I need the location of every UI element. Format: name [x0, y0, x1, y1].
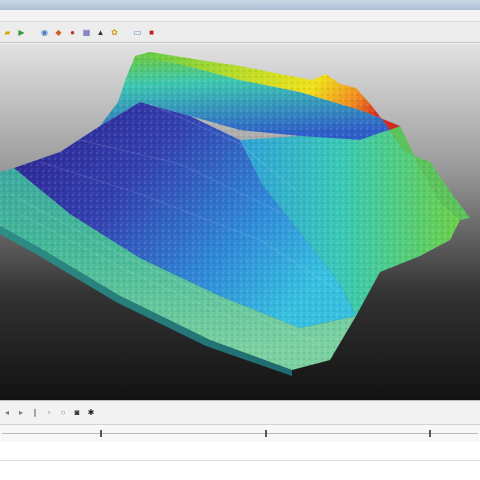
open-icon: ▰	[4, 28, 11, 37]
timeline-marker[interactable]	[428, 430, 431, 437]
monitor-icon: ▭	[133, 28, 142, 37]
status-divider	[0, 460, 480, 461]
layers-icon: ◆	[55, 28, 62, 37]
step-back-icon: ◂	[4, 408, 9, 417]
record-icon: ■	[149, 28, 154, 37]
play-control-button[interactable]: ▸	[16, 408, 26, 418]
timeline-track	[2, 433, 478, 434]
timeline-marker[interactable]	[99, 430, 102, 437]
play-icon: ▸	[18, 408, 23, 417]
record-icon: ○	[60, 408, 66, 417]
playback-toolbar: ◂ ▸ ∥ ▫ ○ ◙ ✱	[0, 400, 480, 424]
grid-button[interactable]: ▦	[81, 27, 92, 38]
grid-icon: ▦	[82, 28, 91, 37]
camera-button[interactable]: ▲	[95, 27, 106, 38]
menu-bar	[0, 10, 480, 22]
pause-button[interactable]: ∥	[30, 408, 40, 418]
main-toolbar: ▰ ▶ ◉ ◆ ● ▦ ▲ ✿ ▭ ■	[0, 23, 480, 43]
pause-icon: ∥	[33, 408, 37, 417]
palette-icon: ✿	[111, 28, 118, 37]
terrain-texture	[0, 52, 470, 370]
stop-button[interactable]: ▫	[44, 408, 54, 418]
terrain-surface	[0, 52, 470, 376]
play-icon: ▶	[18, 28, 25, 37]
palette-button[interactable]: ✿	[109, 27, 120, 38]
settings-icon: ✱	[87, 408, 95, 417]
stop-icon: ▫	[47, 408, 51, 417]
camera-icon: ◙	[74, 408, 80, 417]
monitor-button[interactable]: ▭	[132, 27, 143, 38]
settings-button[interactable]: ✱	[86, 408, 96, 418]
play-button[interactable]: ▶	[16, 27, 27, 38]
window-title-bar	[0, 0, 480, 10]
layers-button[interactable]: ◆	[53, 27, 64, 38]
snapshot-button[interactable]: ◙	[72, 408, 82, 418]
color-wheel-button[interactable]: ●	[67, 27, 78, 38]
3d-viewport[interactable]	[0, 44, 480, 400]
status-bar	[0, 442, 480, 480]
timeline-marker[interactable]	[265, 430, 268, 437]
record-button[interactable]: ■	[146, 27, 157, 38]
camera-icon: ▲	[96, 28, 105, 37]
record-control-button[interactable]: ○	[58, 408, 68, 418]
open-button[interactable]: ▰	[2, 27, 13, 38]
timeline-bar[interactable]	[0, 424, 480, 444]
zoom-icon: ◉	[41, 28, 48, 37]
zoom-button[interactable]: ◉	[39, 27, 50, 38]
step-back-button[interactable]: ◂	[2, 408, 12, 418]
color-wheel-icon: ●	[70, 28, 75, 37]
